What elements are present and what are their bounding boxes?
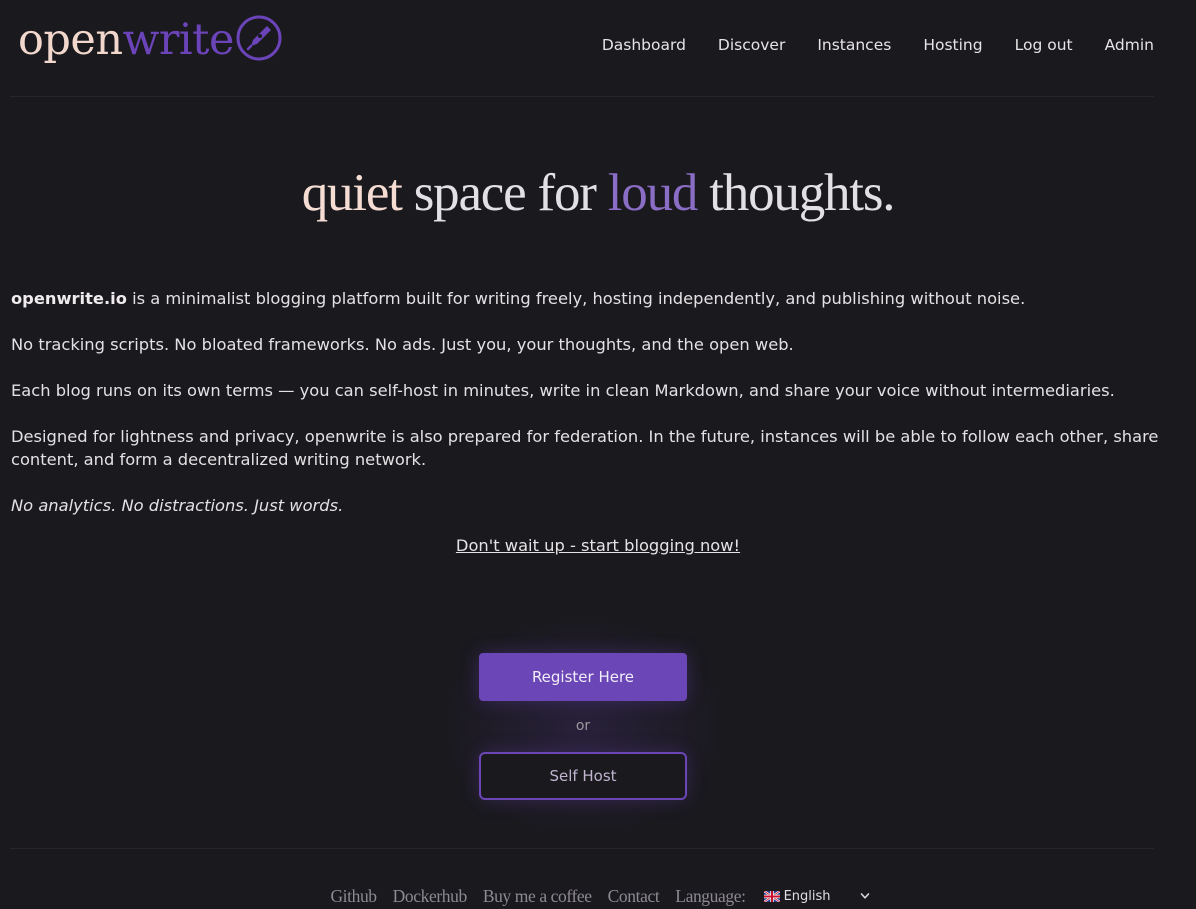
logo-text-write: write <box>122 14 235 65</box>
brand-name: openwrite.io <box>11 289 127 308</box>
intro-content: openwrite.io is a minimalist blogging pl… <box>11 287 1161 533</box>
page: open write Dashboard Discover Instances H… <box>0 0 1196 909</box>
intro-paragraph-1: openwrite.io is a minimalist blogging pl… <box>11 287 1161 310</box>
cta: Don't wait up - start blogging now! <box>0 534 1196 558</box>
nav-hosting[interactable]: Hosting <box>923 34 982 56</box>
nav-admin[interactable]: Admin <box>1105 34 1154 56</box>
pen-nib-icon <box>236 15 282 61</box>
hero-words-space-for: space for <box>413 164 597 222</box>
footer-link-dockerhub[interactable]: Dockerhub <box>393 886 468 907</box>
footer-link-contact[interactable]: Contact <box>608 886 660 907</box>
tagline: No analytics. No distractions. Just word… <box>11 496 344 515</box>
language-select-value: English <box>783 888 831 904</box>
hero-word-quiet: quiet <box>301 164 403 222</box>
signup-actions: Register Here or Self Host <box>449 623 717 830</box>
start-blogging-link[interactable]: Don't wait up - start blogging now! <box>456 536 740 555</box>
footer-link-buy-me-a-coffee[interactable]: Buy me a coffee <box>483 886 592 907</box>
hero-word-thoughts: thoughts. <box>709 164 895 222</box>
footer: Github Dockerhub Buy me a coffee Contact… <box>0 884 1196 908</box>
nav-discover[interactable]: Discover <box>718 34 785 56</box>
footer-divider <box>10 848 1154 849</box>
main-nav: Dashboard Discover Instances Hosting Log… <box>570 34 1154 56</box>
hero-word-loud: loud <box>607 164 699 222</box>
nav-instances[interactable]: Instances <box>817 34 891 56</box>
footer-link-github[interactable]: Github <box>330 886 377 907</box>
header: open write Dashboard Discover Instances H… <box>0 0 1196 97</box>
intro-paragraph-1-text: is a minimalist blogging platform built … <box>126 289 1026 308</box>
logo[interactable]: open write <box>18 8 282 72</box>
hero-headline: quiet space for loud thoughts. <box>0 158 1196 228</box>
language-label: Language: <box>675 885 746 906</box>
self-host-button[interactable]: Self Host <box>479 752 687 800</box>
intro-paragraph-2: No tracking scripts. No bloated framewor… <box>11 335 794 354</box>
language-select[interactable]: English <box>763 884 874 908</box>
intro-paragraph-3: Each blog runs on its own terms — you ca… <box>11 381 1115 400</box>
intro-paragraph-4: Designed for lightness and privacy, open… <box>11 427 1159 469</box>
logo-text-open: open <box>18 14 123 65</box>
register-button[interactable]: Register Here <box>479 653 687 701</box>
uk-flag-icon <box>763 890 780 902</box>
chevron-down-icon <box>860 893 869 899</box>
header-divider <box>10 96 1154 97</box>
nav-dashboard[interactable]: Dashboard <box>602 34 686 56</box>
nav-log-out[interactable]: Log out <box>1015 34 1073 56</box>
or-separator: or <box>575 718 591 734</box>
